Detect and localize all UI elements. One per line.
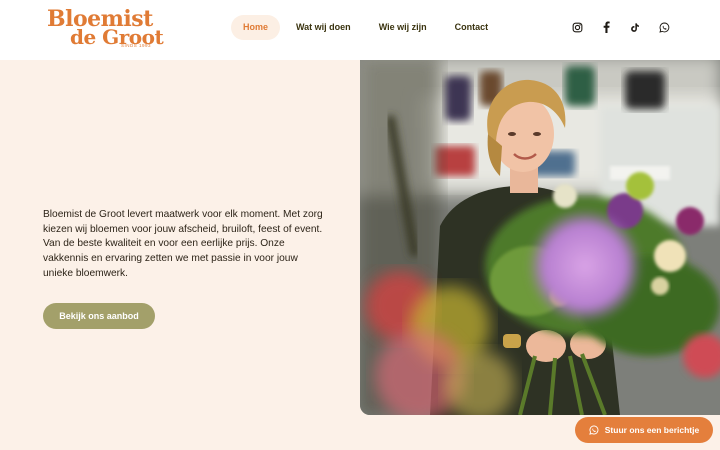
main-nav: Home Wat wij doen Wie wij zijn Contact — [231, 15, 504, 40]
view-offer-button[interactable]: Bekijk ons aanbod — [43, 303, 155, 329]
whatsapp-chat-button[interactable]: Stuur ons een berichtje — [575, 417, 713, 443]
facebook-icon[interactable] — [597, 18, 615, 36]
instagram-icon[interactable] — [568, 18, 586, 36]
header-wave-divider — [0, 52, 720, 60]
florist-hero-photo — [360, 56, 720, 415]
site-header: Bloemist de Groot SINDS 1993 Home Wat wi… — [0, 0, 720, 60]
nav-item-wat-wij-doen[interactable]: Wat wij doen — [284, 15, 363, 40]
chat-button-label: Stuur ons een berichtje — [604, 425, 700, 435]
whatsapp-icon[interactable] — [655, 18, 673, 36]
tiktok-icon[interactable] — [626, 18, 644, 36]
whatsapp-icon — [589, 425, 599, 435]
hero-description: Bloemist de Groot levert maatwerk voor e… — [43, 209, 323, 279]
nav-item-home[interactable]: Home — [231, 15, 281, 40]
logo-since: SINDS 1993 — [121, 43, 152, 48]
nav-item-wie-wij-zijn[interactable]: Wie wij zijn — [367, 15, 439, 40]
nav-item-contact[interactable]: Contact — [443, 15, 501, 40]
logo[interactable]: Bloemist de Groot SINDS 1993 — [46, 6, 164, 50]
social-links — [568, 18, 684, 36]
